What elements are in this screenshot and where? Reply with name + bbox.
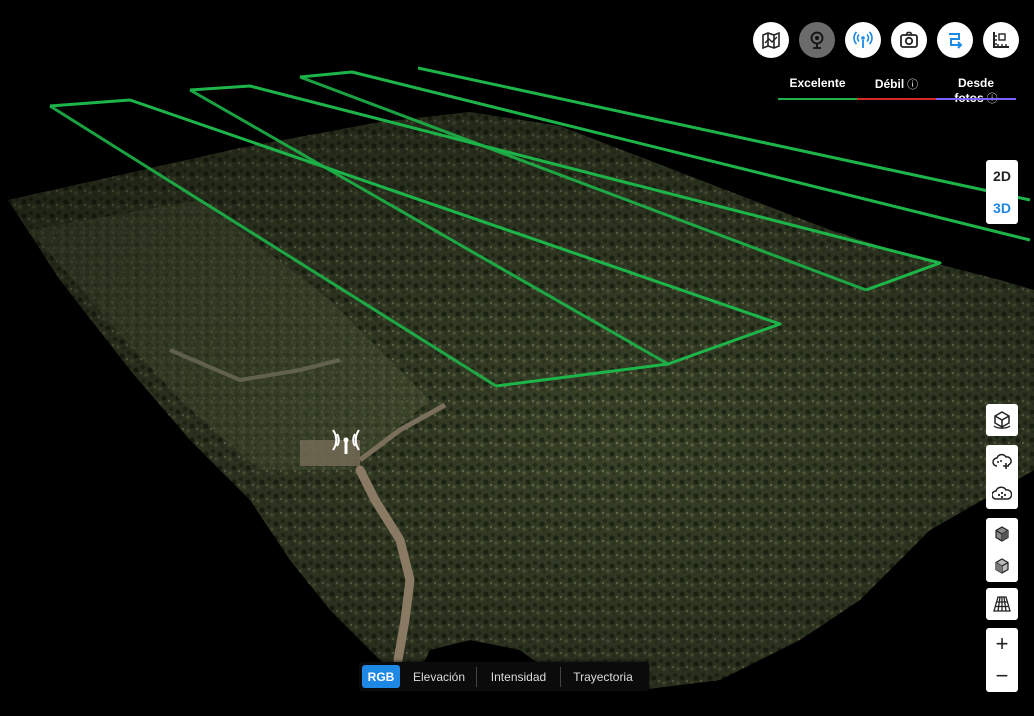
- cloud-plus-icon: [992, 453, 1012, 469]
- color-mode-tabs: RGB Elevación Intensidad Trayectoria: [359, 662, 649, 691]
- legend-from-photos: Desde fotosⓘ: [936, 76, 1016, 105]
- box-outline-button[interactable]: [986, 550, 1018, 582]
- measure-button[interactable]: [983, 22, 1019, 58]
- camera-icon: [900, 31, 918, 48]
- map-layer-button[interactable]: [753, 22, 789, 58]
- view-2d-button[interactable]: 2D: [986, 160, 1018, 192]
- plus-icon: +: [995, 631, 1009, 656]
- cube-reset-icon: [993, 411, 1011, 429]
- zoom-in-button[interactable]: +: [986, 628, 1018, 660]
- point-cloud-button[interactable]: [986, 477, 1018, 509]
- legend-excellent-bar: [778, 98, 857, 100]
- ruler-icon: [993, 32, 1009, 48]
- view-3d-button[interactable]: 3D: [986, 192, 1018, 224]
- legend-weak-label: Débil: [874, 77, 905, 91]
- map-icon: [762, 31, 780, 50]
- signal-antenna-button[interactable]: [845, 22, 881, 58]
- tab-elevation[interactable]: Elevación: [402, 662, 476, 691]
- tab-trajectory[interactable]: Trayectoria: [561, 662, 645, 691]
- grid-view-button[interactable]: [986, 588, 1018, 620]
- path-arrow-icon: [949, 33, 963, 49]
- perspective-grid-icon: [993, 596, 1011, 612]
- tab-intensity[interactable]: Intensidad: [477, 662, 560, 691]
- tab-rgb[interactable]: RGB: [362, 665, 400, 688]
- cloud-points-icon: [992, 486, 1012, 500]
- camera-button[interactable]: [891, 22, 927, 58]
- location-pin-icon: [810, 31, 824, 49]
- minus-icon: −: [995, 663, 1009, 688]
- cube-icon: [995, 558, 1009, 574]
- add-cloud-button[interactable]: [986, 445, 1018, 477]
- zoom-out-button[interactable]: −: [986, 660, 1018, 692]
- view-mode-toggle: 2D 3D: [986, 160, 1018, 224]
- info-icon[interactable]: ⓘ: [907, 79, 918, 91]
- location-pin-button[interactable]: [799, 22, 835, 58]
- legend-from-photos-bar: [936, 98, 1016, 100]
- cube-solid-icon: [995, 526, 1009, 542]
- terrain-shade: [8, 112, 1034, 690]
- signal-antenna-icon: [853, 31, 873, 48]
- top-toolbar: [753, 22, 1019, 58]
- legend-excellent: Excelente: [778, 76, 857, 100]
- base-station-pad: [300, 440, 360, 466]
- legend-excellent-label: Excelente: [789, 76, 846, 90]
- reset-view-button[interactable]: [986, 404, 1018, 436]
- signal-legend: Excelente Débilⓘ Desde fotosⓘ: [778, 76, 1016, 105]
- point-cloud-viewport[interactable]: [0, 0, 1034, 716]
- legend-weak-bar: [857, 98, 936, 100]
- box-view-button[interactable]: [986, 518, 1018, 550]
- trajectory-button[interactable]: [937, 22, 973, 58]
- legend-weak: Débil ⓘ: [857, 76, 936, 100]
